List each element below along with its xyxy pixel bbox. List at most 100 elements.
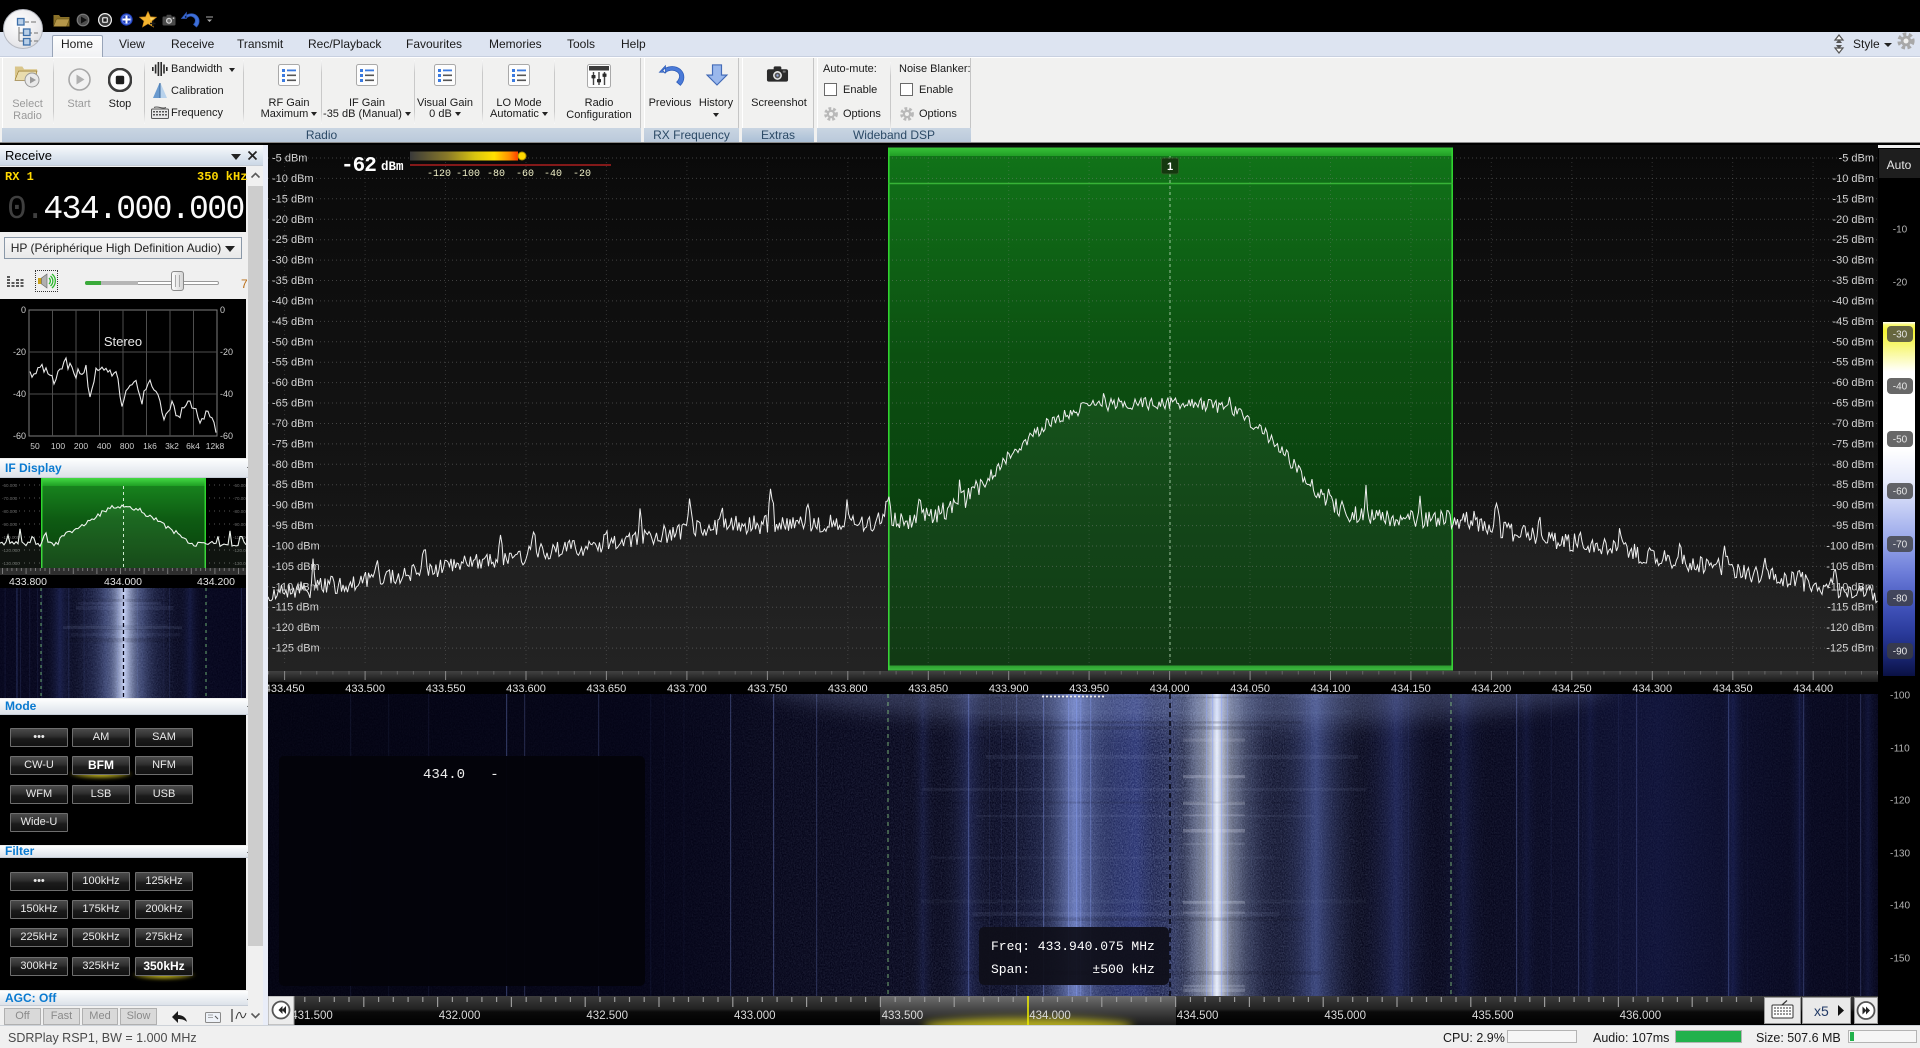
svg-text:-62: -62 — [341, 155, 376, 178]
svg-text:-35 dBm: -35 dBm — [1832, 275, 1874, 287]
svg-text:-120 dBm: -120 dBm — [272, 622, 320, 634]
svg-text:-140: -140 — [1890, 901, 1910, 912]
svg-text:-80.000: -80.000 — [233, 509, 246, 514]
svg-text:-35 dBm: -35 dBm — [272, 275, 314, 287]
svg-text:Auto: Auto — [1887, 158, 1912, 172]
svg-text:-110.000: -110.000 — [2, 535, 20, 540]
svg-text:200: 200 — [74, 441, 88, 451]
svg-text:-45 dBm: -45 dBm — [1832, 316, 1874, 328]
svg-text:x5: x5 — [1814, 1003, 1829, 1019]
svg-text:-30 dBm: -30 dBm — [272, 255, 314, 267]
svg-text:433.500: 433.500 — [882, 1010, 924, 1022]
svg-text:Span: ±500 kHz: Span: ±500 kHz — [991, 962, 1155, 977]
svg-text:431.500: 431.500 — [291, 1010, 333, 1022]
svg-text:-45 dBm: -45 dBm — [272, 316, 314, 328]
svg-text:Freq: 433.940.075 MHz: Freq: 433.940.075 MHz — [991, 939, 1155, 954]
svg-text:433.800: 433.800 — [9, 576, 47, 588]
svg-text:400: 400 — [97, 441, 111, 451]
svg-text:-10 dBm: -10 dBm — [272, 173, 314, 185]
svg-text:-60 dBm: -60 dBm — [272, 377, 314, 389]
svg-text:-20: -20 — [573, 169, 591, 180]
svg-text:-110: -110 — [1890, 744, 1910, 755]
svg-text:-75 dBm: -75 dBm — [1832, 438, 1874, 450]
svg-text:-60: -60 — [1893, 487, 1908, 498]
svg-text:-125 dBm: -125 dBm — [1826, 643, 1874, 655]
svg-text:434.000: 434.000 — [104, 576, 142, 588]
svg-text:432.000: 432.000 — [439, 1010, 481, 1022]
svg-text:-60: -60 — [220, 431, 233, 441]
svg-text:-90 dBm: -90 dBm — [272, 500, 314, 512]
svg-text:435.500: 435.500 — [1472, 1010, 1514, 1022]
svg-text:435.000: 435.000 — [1324, 1010, 1366, 1022]
svg-text:434.0 -: 434.0 - — [423, 767, 499, 783]
svg-text:-20 dBm: -20 dBm — [272, 214, 314, 226]
svg-text:100: 100 — [51, 441, 65, 451]
svg-text:-120: -120 — [427, 169, 451, 180]
svg-text:-20 dBm: -20 dBm — [1832, 214, 1874, 226]
svg-text:-125 dBm: -125 dBm — [272, 643, 320, 655]
svg-text:-115 dBm: -115 dBm — [1827, 602, 1874, 614]
svg-text:-150: -150 — [1890, 954, 1910, 965]
svg-text:-30 dBm: -30 dBm — [1832, 255, 1874, 267]
svg-text:-60: -60 — [516, 169, 534, 180]
svg-text:-10: -10 — [1893, 225, 1908, 236]
svg-text:1k6: 1k6 — [143, 441, 157, 451]
svg-text:-110 dBm: -110 dBm — [1827, 581, 1874, 593]
svg-text:-15 dBm: -15 dBm — [1832, 193, 1874, 205]
svg-text:434.000: 434.000 — [1029, 1010, 1071, 1022]
svg-text:-60.000: -60.000 — [233, 483, 246, 488]
svg-text:-20: -20 — [1893, 278, 1908, 289]
svg-text:-120: -120 — [1890, 796, 1910, 807]
svg-text:-55 dBm: -55 dBm — [272, 357, 314, 369]
svg-text:-60.000: -60.000 — [2, 483, 18, 488]
svg-text:800: 800 — [120, 441, 134, 451]
svg-text:-5 dBm: -5 dBm — [272, 153, 307, 165]
svg-text:-60: -60 — [13, 431, 26, 441]
svg-text:-50 dBm: -50 dBm — [1832, 336, 1874, 348]
svg-text:434.500: 434.500 — [1177, 1010, 1219, 1022]
svg-text:-80 dBm: -80 dBm — [1832, 459, 1874, 471]
svg-text:-100 dBm: -100 dBm — [272, 541, 320, 553]
svg-text:-90 dBm: -90 dBm — [1832, 500, 1874, 512]
svg-text:-100 dBm: -100 dBm — [1826, 541, 1874, 553]
svg-text:-105 dBm: -105 dBm — [272, 561, 320, 573]
svg-text:434.200: 434.200 — [197, 576, 235, 588]
svg-text:-20: -20 — [220, 347, 233, 357]
svg-text:-15 dBm: -15 dBm — [272, 193, 314, 205]
svg-text:-80: -80 — [1893, 594, 1908, 605]
svg-text:-70 dBm: -70 dBm — [1832, 418, 1874, 430]
svg-text:0: 0 — [21, 305, 26, 315]
svg-text:-70.000: -70.000 — [2, 496, 18, 501]
svg-text:-120 dBm: -120 dBm — [1826, 622, 1874, 634]
svg-text:-30: -30 — [1893, 330, 1908, 341]
svg-text:-40: -40 — [1893, 382, 1908, 393]
svg-text:-40: -40 — [544, 169, 562, 180]
svg-text:432.500: 432.500 — [586, 1010, 628, 1022]
svg-text:-60 dBm: -60 dBm — [1832, 377, 1874, 389]
svg-text:-90.000: -90.000 — [233, 522, 246, 527]
svg-text:-40: -40 — [220, 389, 233, 399]
svg-text:-95 dBm: -95 dBm — [1832, 520, 1874, 532]
svg-text:-85 dBm: -85 dBm — [1832, 479, 1874, 491]
svg-text:-115 dBm: -115 dBm — [272, 602, 319, 614]
svg-text:6k4: 6k4 — [186, 441, 200, 451]
svg-text:-65 dBm: -65 dBm — [1832, 398, 1874, 410]
svg-text:-10 dBm: -10 dBm — [1832, 173, 1874, 185]
svg-text:-105 dBm: -105 dBm — [1826, 561, 1874, 573]
svg-text:-40 dBm: -40 dBm — [1832, 295, 1874, 307]
svg-text:-25 dBm: -25 dBm — [1832, 234, 1874, 246]
svg-text:50: 50 — [30, 441, 40, 451]
svg-text:-95 dBm: -95 dBm — [272, 520, 314, 532]
svg-text:-70: -70 — [1893, 540, 1908, 551]
svg-text:-70 dBm: -70 dBm — [272, 418, 314, 430]
svg-text:436.000: 436.000 — [1620, 1010, 1662, 1022]
svg-text:-50: -50 — [1893, 435, 1908, 446]
svg-text:-20: -20 — [13, 347, 26, 357]
svg-text:12k8: 12k8 — [206, 441, 225, 451]
svg-text:-40: -40 — [13, 389, 26, 399]
svg-text:-100: -100 — [1890, 691, 1910, 702]
svg-text:-80.000: -80.000 — [2, 509, 18, 514]
svg-text:-90.000: -90.000 — [2, 522, 18, 527]
svg-text:-70.000: -70.000 — [233, 496, 246, 501]
svg-text:-55 dBm: -55 dBm — [1832, 357, 1874, 369]
